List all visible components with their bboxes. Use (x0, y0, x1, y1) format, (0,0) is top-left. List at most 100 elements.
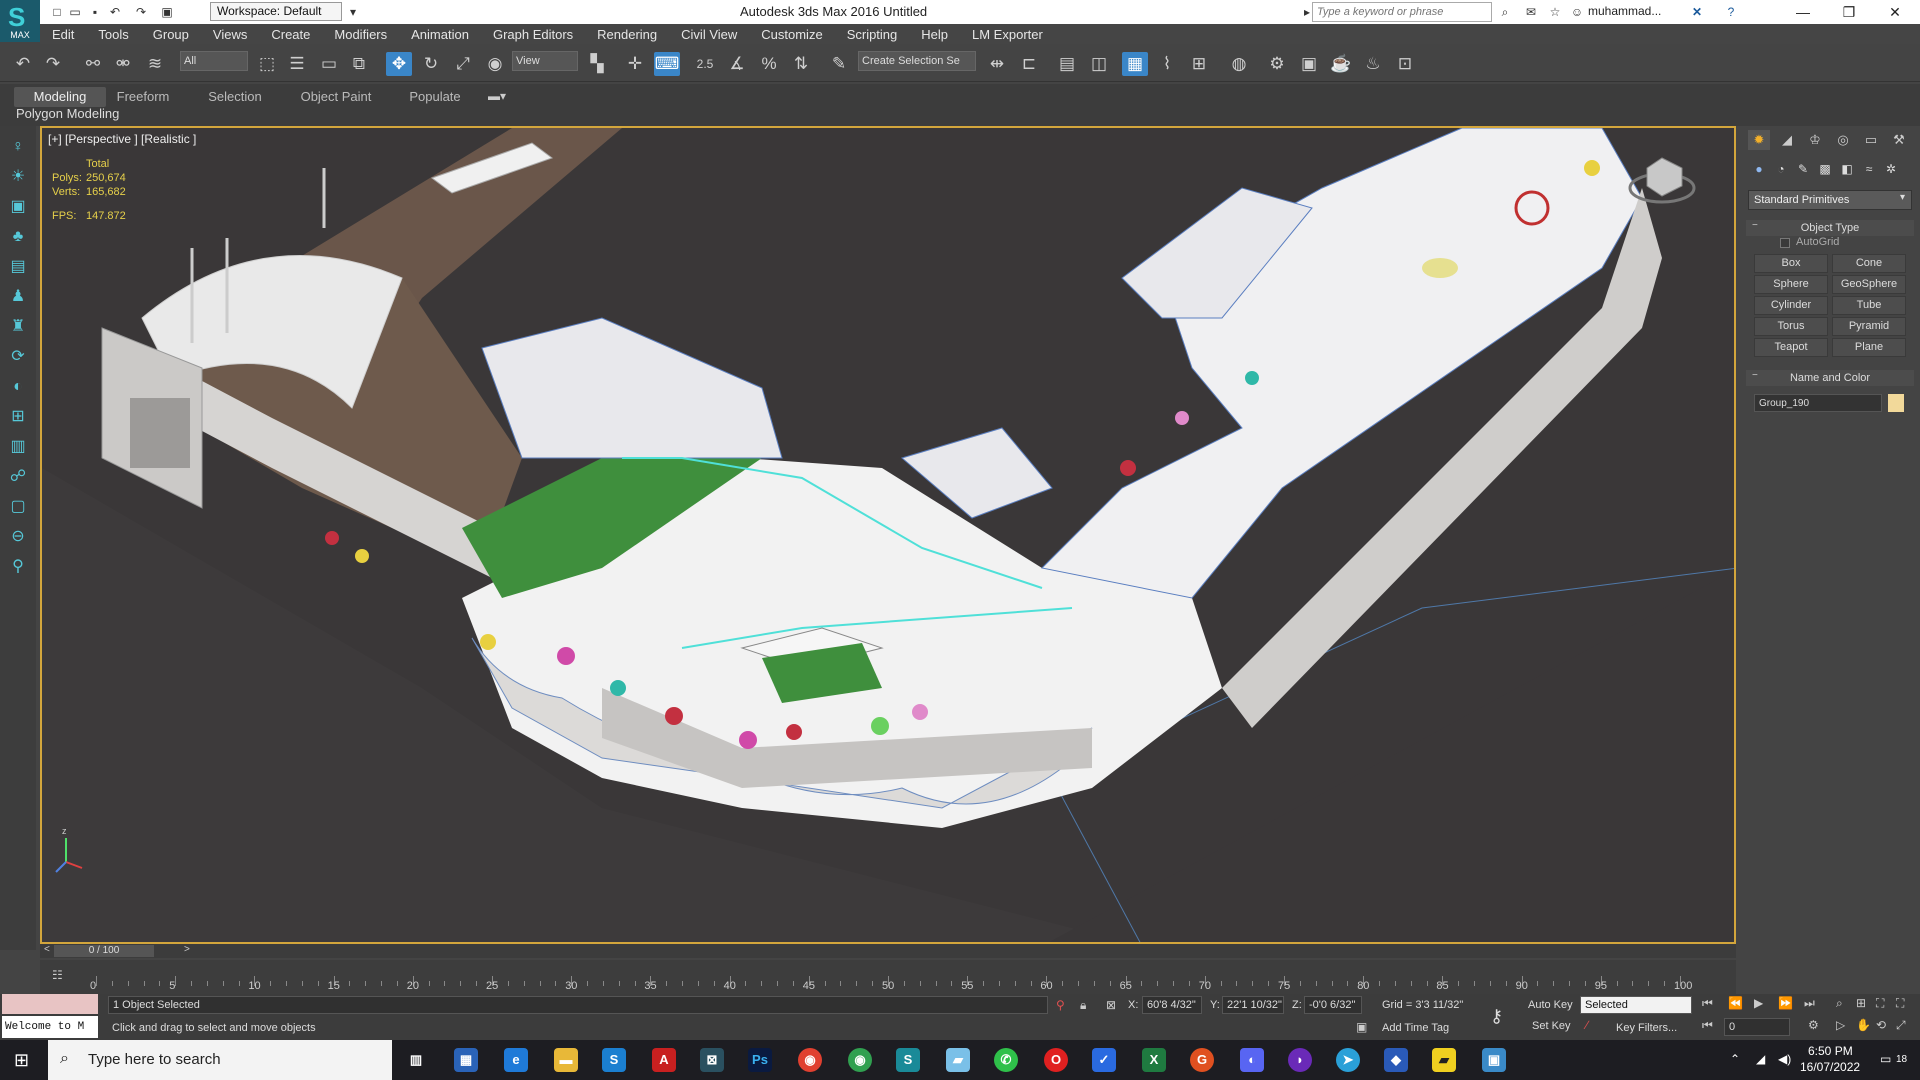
render-iterative-icon[interactable]: ♨ (1360, 52, 1386, 76)
orbit-icon[interactable]: ⟲ (1876, 1018, 1886, 1032)
key-mode-toggle-icon[interactable]: ⏮ (1702, 1018, 1713, 1033)
auto-key-button[interactable]: Auto Key (1528, 999, 1573, 1011)
app-logo[interactable]: S MAX (0, 0, 40, 42)
binoculars-icon[interactable]: ⌕ (1496, 4, 1514, 20)
menu-civil-view[interactable]: Civil View (669, 27, 749, 42)
go-to-start-icon[interactable]: ⏮ (1702, 996, 1713, 1011)
sketchup-icon[interactable]: ⊠ (700, 1048, 724, 1072)
material-icon[interactable]: ◐ (7, 376, 29, 398)
object-color-swatch[interactable] (1888, 394, 1904, 412)
menu-customize[interactable]: Customize (749, 27, 834, 42)
close-icon[interactable]: ✕ (1872, 0, 1918, 24)
tube-button[interactable]: Tube (1832, 296, 1906, 315)
geosphere-button[interactable]: GeoSphere (1832, 275, 1906, 294)
select-object-icon[interactable]: ⬚ (254, 52, 280, 76)
project-folder-icon[interactable]: ▣ (158, 4, 176, 20)
user-name[interactable]: muhammad... (1588, 4, 1661, 18)
angle-snap-icon[interactable]: ∡ (724, 52, 750, 76)
menu-rendering[interactable]: Rendering (585, 27, 669, 42)
todo-icon[interactable]: ✓ (1092, 1048, 1116, 1072)
cameras-icon[interactable]: ▩ (1816, 160, 1834, 178)
viewport-label-menu[interactable]: [+] [Perspective ] [Realistic ] (48, 132, 196, 146)
key-filters-button[interactable]: Key Filters... (1616, 1022, 1677, 1034)
go-to-end-icon[interactable]: ⏭ (1804, 996, 1815, 1011)
notes-icon[interactable]: ▰ (946, 1048, 970, 1072)
redo-icon[interactable]: ↷ (40, 52, 66, 76)
redo-icon[interactable]: ↷ (132, 4, 150, 20)
menu-modifiers[interactable]: Modifiers (322, 27, 399, 42)
favorites-star-icon[interactable]: ☆ (1546, 4, 1564, 20)
menu-graph-editors[interactable]: Graph Editors (481, 27, 585, 42)
scene-explorer-icon[interactable]: ▦ (1122, 52, 1148, 76)
curve-editor-icon[interactable]: ⌇ (1154, 52, 1180, 76)
tab-freeform[interactable]: Freeform (108, 87, 178, 107)
schematic-view-icon[interactable]: ⊞ (1186, 52, 1212, 76)
tree-icon[interactable]: ♣ (7, 226, 29, 248)
align-icon[interactable]: ⊏ (1016, 52, 1042, 76)
camera-icon[interactable]: ▣ (7, 196, 29, 218)
grid-icon[interactable]: ⊞ (7, 406, 29, 428)
select-by-name-icon[interactable]: ☰ (284, 52, 310, 76)
exchange-icon[interactable]: ✕ (1688, 4, 1706, 20)
window-crossing-icon[interactable]: ⧉ (346, 52, 372, 76)
bulb-icon[interactable]: ⚲ (7, 556, 29, 578)
percent-snap-icon[interactable]: % (756, 52, 782, 76)
volume-icon[interactable]: ◀) (1778, 1052, 1791, 1066)
lamp-icon[interactable]: ♜ (7, 316, 29, 338)
calculator-icon[interactable]: ▦ (454, 1048, 478, 1072)
add-time-tag[interactable]: Add Time Tag (1382, 1022, 1449, 1034)
cube-app-icon[interactable]: ◆ (1384, 1048, 1408, 1072)
geometry-icon[interactable]: ● (1750, 160, 1768, 178)
place-icon[interactable]: ◉ (482, 52, 508, 76)
menu-views[interactable]: Views (201, 27, 259, 42)
name-and-color-rollout[interactable]: Name and Color (1746, 370, 1914, 386)
group-icon[interactable]: ☍ (7, 466, 29, 488)
menu-scripting[interactable]: Scripting (835, 27, 910, 42)
primitive-type-dropdown[interactable]: Standard Primitives (1748, 190, 1912, 210)
undo-icon[interactable]: ↶ (106, 4, 124, 20)
network-icon[interactable]: ◢ (1756, 1052, 1765, 1066)
modify-tab-icon[interactable]: ◢ (1776, 130, 1798, 150)
figure-icon[interactable]: ♟ (7, 286, 29, 308)
unlink-icon[interactable]: ⚮ (110, 52, 136, 76)
select-and-scale-icon[interactable]: ⤢ (450, 52, 476, 76)
photoshop-icon[interactable]: Ps (748, 1048, 772, 1072)
rectangular-selection-icon[interactable]: ▭ (316, 52, 342, 76)
time-slider-thumb[interactable]: 0 / 100 (54, 945, 154, 957)
security-icon[interactable]: S (602, 1048, 626, 1072)
menu-tools[interactable]: Tools (86, 27, 140, 42)
render-production-icon[interactable]: ☕ (1328, 52, 1354, 76)
zoom-all-icon[interactable]: ⊞ (1856, 996, 1866, 1010)
manipulate-icon[interactable]: ✛ (622, 52, 648, 76)
snaps-toggle-icon[interactable]: 2.5 (692, 52, 718, 76)
minimize-icon[interactable]: — (1780, 0, 1826, 24)
create-tab-icon[interactable]: ✹ (1748, 130, 1770, 150)
acrobat-icon[interactable]: A (652, 1048, 676, 1072)
rotate-icon[interactable]: ⟳ (7, 346, 29, 368)
open-file-icon[interactable]: ▭ (66, 4, 84, 20)
undo-icon[interactable]: ↶ (10, 52, 36, 76)
edge-icon[interactable]: e (504, 1048, 528, 1072)
y-coordinate-field[interactable]: 22'1 10/32" (1222, 996, 1284, 1014)
edit-named-selection-icon[interactable]: ✎ (826, 52, 852, 76)
workspace-arrow-icon[interactable]: ▾ (344, 4, 362, 20)
help-search-input[interactable] (1312, 2, 1492, 22)
menu-lm-exporter[interactable]: LM Exporter (960, 27, 1055, 42)
next-frame-icon[interactable]: > (184, 944, 190, 955)
object-type-rollout[interactable]: Object Type (1746, 220, 1914, 236)
menu-edit[interactable]: Edit (40, 27, 86, 42)
time-tag-icon[interactable]: ▣ (1356, 1020, 1367, 1034)
set-key-button[interactable]: Set Key (1532, 1020, 1571, 1032)
material-editor-icon[interactable]: ◍ (1226, 52, 1252, 76)
tab-populate[interactable]: Populate (400, 87, 470, 107)
telegram-icon[interactable]: ➤ (1336, 1048, 1360, 1072)
cone-button[interactable]: Cone (1832, 254, 1906, 273)
tray-chevron-icon[interactable]: ⌃ (1730, 1052, 1740, 1066)
named-selection-set-dropdown[interactable]: Create Selection Se (858, 51, 976, 71)
prev-frame-icon[interactable]: < (44, 944, 50, 955)
rendered-frame-window-icon[interactable]: ▣ (1296, 52, 1322, 76)
sun-icon[interactable]: ☀ (7, 166, 29, 188)
render-setup-icon[interactable]: ⚙ (1264, 52, 1290, 76)
default-tangent-icon[interactable]: ∕ (1586, 1018, 1588, 1032)
time-configuration-icon[interactable]: ⚙ (1808, 1018, 1819, 1032)
